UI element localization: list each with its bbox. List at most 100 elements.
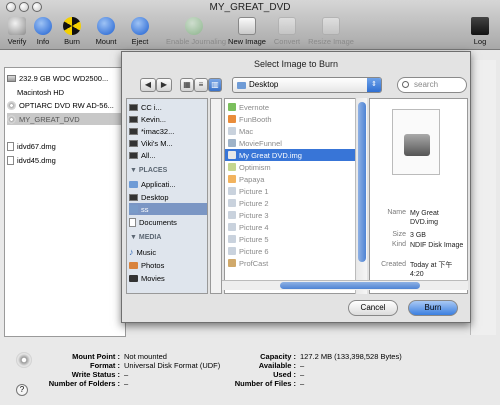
mount-icon (97, 17, 115, 35)
file-item[interactable]: FunBooth (225, 113, 366, 125)
preview-pane: Name My Great DVD.img Size 3 GB Kind NDI… (369, 98, 468, 294)
resize-image-button[interactable]: Resize Image (303, 17, 359, 46)
applications-folder-icon (129, 180, 138, 188)
file-label: Picture 1 (239, 186, 269, 196)
search-input[interactable]: search (397, 77, 467, 93)
main-content-area (470, 60, 496, 335)
forward-button[interactable]: ▶ (156, 78, 172, 92)
resize-image-label: Resize Image (308, 37, 354, 46)
source-item-label: idvd45.dmg (17, 155, 56, 165)
source-item-image[interactable]: idvd45.dmg (7, 154, 56, 166)
picture-icon (228, 223, 236, 231)
file-label: Picture 4 (239, 222, 269, 232)
select-image-sheet: Select Image to Burn ◀ ▶ ▦ ≡ ▥ Desktop ⇕… (121, 51, 471, 323)
document-preview-icon (392, 109, 440, 175)
sidebar-item-applications[interactable]: Applicati... (129, 178, 207, 190)
sidebar-item-device[interactable]: *imac32... (129, 125, 207, 137)
preview-kind-value: NDIF Disk Image (410, 242, 464, 249)
cancel-button[interactable]: Cancel (348, 300, 398, 316)
source-item-image[interactable]: idvd67.dmg (7, 140, 56, 152)
list-view-button[interactable]: ≡ (194, 78, 208, 92)
file-label: Picture 5 (239, 234, 269, 244)
log-icon (471, 17, 489, 35)
file-label: FunBooth (239, 114, 272, 124)
help-button[interactable]: ? (16, 384, 28, 396)
sidebar-item-label: All... (141, 150, 156, 160)
file-column[interactable]: Evernote FunBooth Mac MovieFunnel My Gre… (224, 98, 367, 294)
sidebar-item-label: Music (136, 247, 157, 257)
window-title: MY_GREAT_DVD (209, 2, 291, 13)
used-value: – (300, 370, 305, 379)
disk-image-icon (7, 141, 14, 151)
picture-icon (228, 247, 236, 255)
disk-image-icon (228, 151, 236, 159)
sidebar-item-photos[interactable]: Photos (129, 259, 207, 271)
log-button[interactable]: Log (462, 17, 498, 46)
file-item[interactable]: Evernote (225, 101, 366, 113)
source-item-optical-drive[interactable]: OPTIARC DVD RW AD-56... (7, 99, 114, 111)
number-of-files-label: Number of Files : (234, 379, 296, 388)
sheet-sidebar: CC i... Kevin... *imac32... Viki's M... … (126, 98, 208, 294)
file-item[interactable]: Picture 1 (225, 185, 366, 197)
sidebar-item-device[interactable]: Kevin... (129, 113, 207, 125)
source-item-disc[interactable]: MY_GREAT_DVD (7, 113, 123, 125)
file-item[interactable]: Picture 2 (225, 197, 366, 209)
icon-view-button[interactable]: ▦ (180, 78, 194, 92)
location-label: Desktop (249, 80, 279, 89)
source-item-volume[interactable]: Macintosh HD (17, 86, 64, 98)
file-item[interactable]: Optimism (225, 161, 366, 173)
disc-icon (7, 114, 16, 124)
sidebar-item-label: ss (141, 204, 149, 214)
picture-icon (228, 199, 236, 207)
icon-view-icon: ▦ (183, 80, 191, 89)
sidebar-item-movies[interactable]: Movies (129, 272, 207, 284)
preview-created-value: Today at 下午 4:20 (410, 262, 453, 278)
sidebar-item-home[interactable]: ss (129, 203, 207, 215)
file-item[interactable]: Papaya (225, 173, 366, 185)
file-item[interactable]: Picture 5 (225, 233, 366, 245)
file-label: Evernote (239, 102, 270, 112)
log-label: Log (473, 37, 487, 46)
previous-column[interactable] (210, 98, 222, 294)
computer-icon (129, 127, 138, 135)
source-item-label: 232.9 GB WDC WD2500... (19, 73, 109, 83)
number-of-folders-label: Number of Folders : (48, 379, 120, 388)
sidebar-item-device[interactable]: Viki's M... (129, 137, 207, 149)
file-label: My Great DVD.img (239, 150, 302, 160)
column-view-button[interactable]: ▥ (208, 78, 222, 92)
new-image-button[interactable]: New Image (225, 17, 269, 46)
back-button[interactable]: ◀ (140, 78, 156, 92)
scrollbar-thumb[interactable] (280, 282, 420, 289)
disclosure-triangle-icon: ▼ (130, 167, 139, 174)
desktop-folder-icon (237, 81, 246, 89)
new-image-label: New Image (228, 37, 266, 46)
burn-confirm-button[interactable]: Burn (408, 300, 458, 316)
sidebar-item-device[interactable]: All... (129, 149, 207, 161)
network-icon (129, 151, 138, 159)
sidebar-item-music[interactable]: ♪ Music (129, 246, 207, 258)
app-icon (228, 163, 236, 171)
file-item[interactable]: Picture 4 (225, 221, 366, 233)
capacity-label: Capacity : (260, 352, 296, 361)
enable-journaling-button[interactable]: Enable Journaling (166, 17, 226, 46)
eject-icon (131, 17, 149, 35)
scrollbar-thumb[interactable] (358, 102, 366, 262)
file-item-selected[interactable]: My Great DVD.img (225, 149, 366, 161)
horizontal-scrollbar[interactable] (222, 280, 468, 290)
file-list-scrollbar[interactable] (355, 98, 367, 294)
disk-source-list[interactable]: 232.9 GB WDC WD2500... Macintosh HD OPTI… (4, 67, 126, 337)
file-item[interactable]: ProfCast (225, 257, 366, 269)
source-item-disk[interactable]: 232.9 GB WDC WD2500... (7, 72, 108, 84)
burn-icon (63, 17, 81, 35)
available-label: Available : (258, 361, 296, 370)
file-item[interactable]: MovieFunnel (225, 137, 366, 149)
sidebar-item-desktop[interactable]: Desktop (129, 191, 207, 203)
location-popup[interactable]: Desktop ⇕ (232, 77, 382, 93)
sidebar-item-device[interactable]: CC i... (129, 101, 207, 113)
sidebar-item-documents[interactable]: Documents (129, 216, 207, 228)
file-item[interactable]: Picture 3 (225, 209, 366, 221)
app-icon (228, 115, 236, 123)
eject-button[interactable]: Eject (118, 17, 162, 46)
file-item[interactable]: Mac (225, 125, 366, 137)
file-item[interactable]: Picture 6 (225, 245, 366, 257)
